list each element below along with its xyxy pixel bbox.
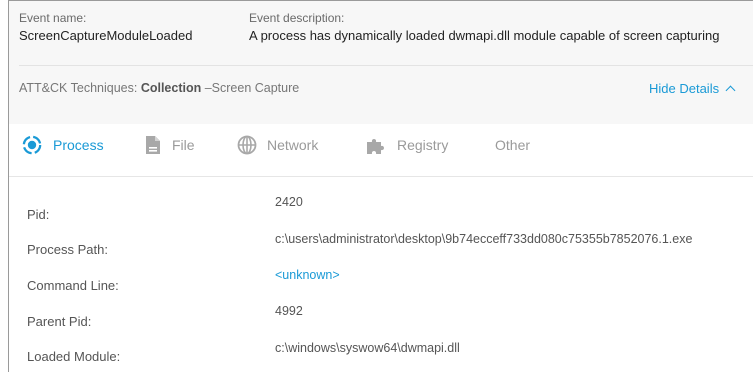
command-line-value[interactable]: <unknown> (275, 268, 340, 282)
file-icon (146, 136, 160, 154)
tab-network-label: Network (267, 137, 319, 153)
event-header: Event name: ScreenCaptureModuleLoaded Ev… (9, 1, 753, 124)
loaded-module-label: Loaded Module: (27, 349, 121, 364)
attack-tactic: Collection (140, 81, 202, 95)
event-description-label: Event description: (249, 11, 345, 25)
loaded-module-value: c:\windows\syswow64\dwmapi.dll (275, 341, 460, 355)
chevron-up-icon (725, 85, 736, 96)
process-path-label: Process Path: (27, 242, 108, 257)
tab-file-label: File (172, 137, 195, 153)
detail-tabs: Process File Network Registry Other (9, 131, 753, 161)
tabs-divider (9, 176, 753, 177)
attack-techniques: ATT&CK Techniques: Collection –Screen Ca… (19, 81, 299, 95)
event-name-value: ScreenCaptureModuleLoaded (19, 28, 193, 43)
process-path-value: c:\users\administrator\desktop\9b74eccef… (275, 232, 693, 246)
tab-other[interactable]: Other (495, 131, 530, 159)
tab-network[interactable]: Network (237, 131, 318, 159)
parent-pid-label: Parent Pid: (27, 314, 92, 329)
tab-process[interactable]: Process (21, 131, 104, 159)
event-name-label: Event name: (19, 11, 87, 25)
globe-icon (237, 135, 257, 155)
parent-pid-value: 4992 (275, 304, 303, 318)
attack-technique: –Screen Capture (201, 81, 300, 95)
hide-details-label: Hide Details (649, 81, 720, 96)
tab-registry[interactable]: Registry (365, 131, 448, 159)
header-divider (19, 65, 753, 66)
process-icon (22, 135, 42, 155)
tab-registry-label: Registry (397, 137, 449, 153)
pid-value: 2420 (275, 195, 303, 209)
tab-file[interactable]: File (144, 131, 195, 159)
event-description-value: A process has dynamically loaded dwmapi.… (249, 28, 720, 43)
command-line-label: Command Line: (27, 278, 119, 293)
tab-other-label: Other (495, 137, 531, 153)
event-details-panel: Event name: ScreenCaptureModuleLoaded Ev… (8, 0, 753, 372)
attack-prefix: ATT&CK Techniques: (19, 81, 141, 95)
hide-details-button[interactable]: Hide Details (649, 81, 736, 96)
tab-process-label: Process (53, 137, 104, 153)
puzzle-icon (367, 139, 384, 154)
pid-label: Pid: (27, 207, 50, 222)
